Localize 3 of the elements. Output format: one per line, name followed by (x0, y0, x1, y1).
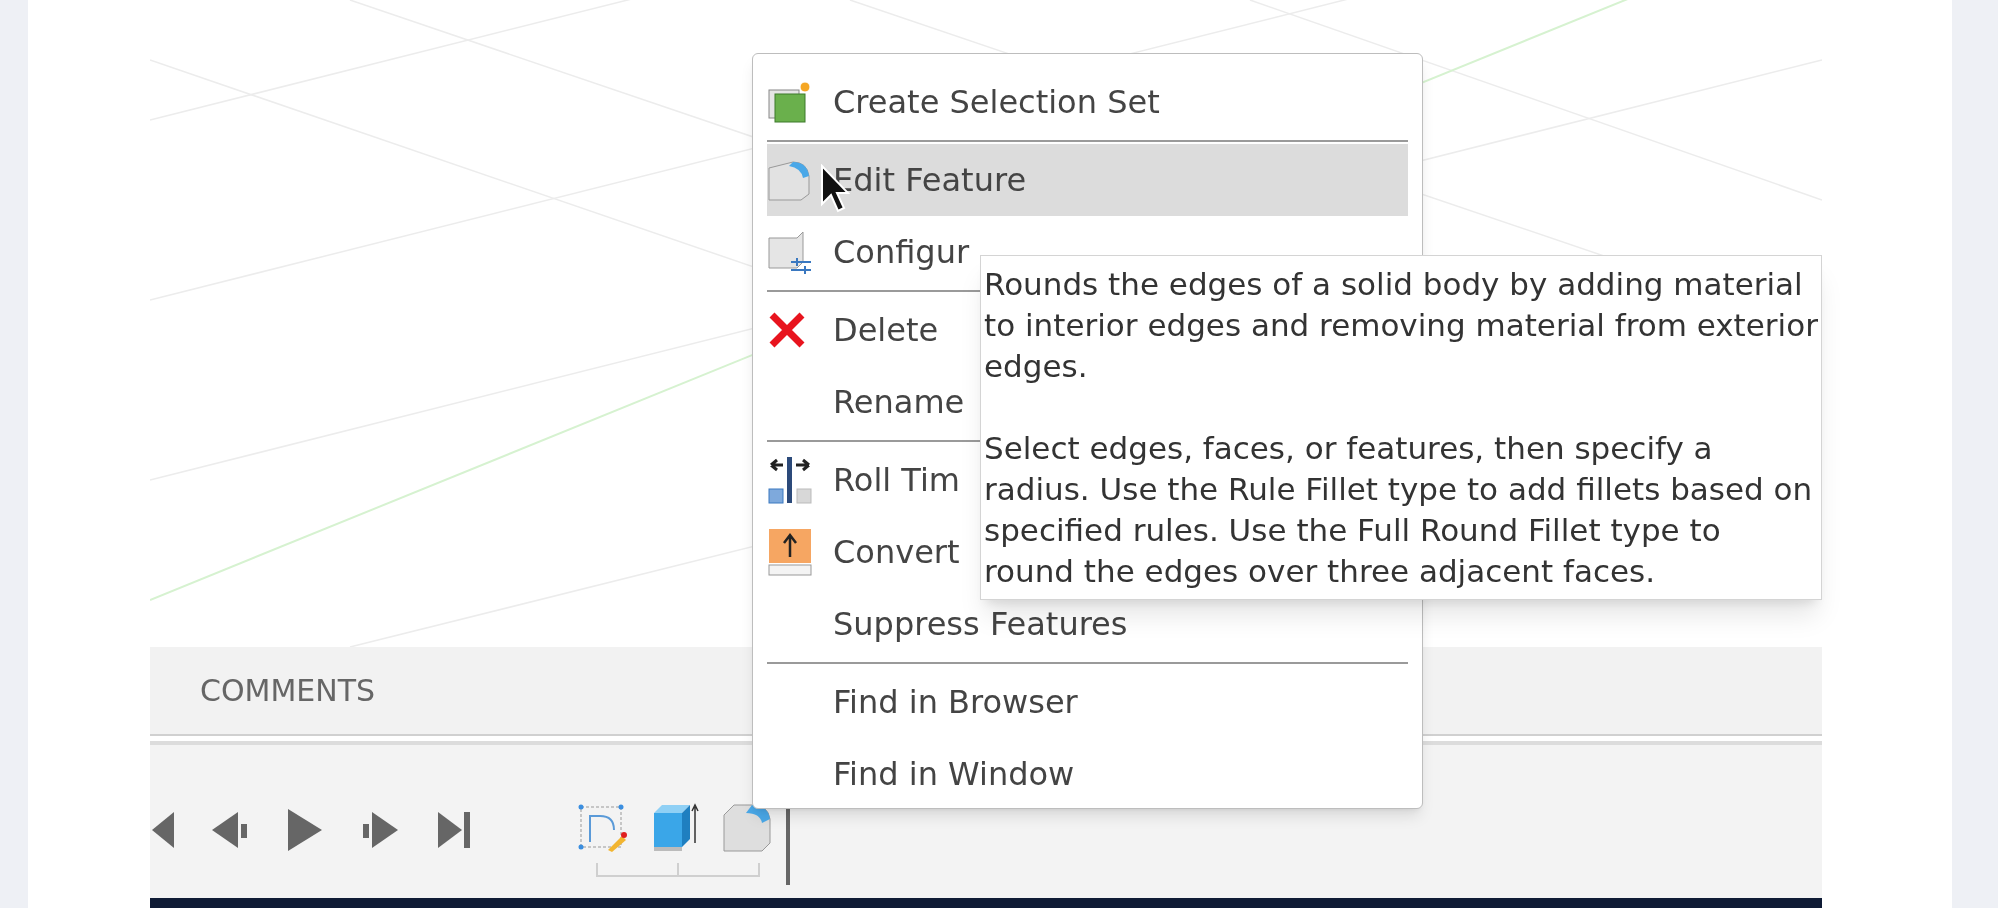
panel-title: COMMENTS (200, 672, 376, 710)
tooltip-text: Select edges, faces, or features, then specify a radius. Use the Rule Fillet type to add fillets based on specified rules. Use the Full Round Fillet type to round the edges over three adjacent faces. (984, 429, 1814, 591)
tooltip-text: Rounds the edges of a solid body by adding material to interior edges and removing material from exterior edges. (984, 265, 1819, 386)
